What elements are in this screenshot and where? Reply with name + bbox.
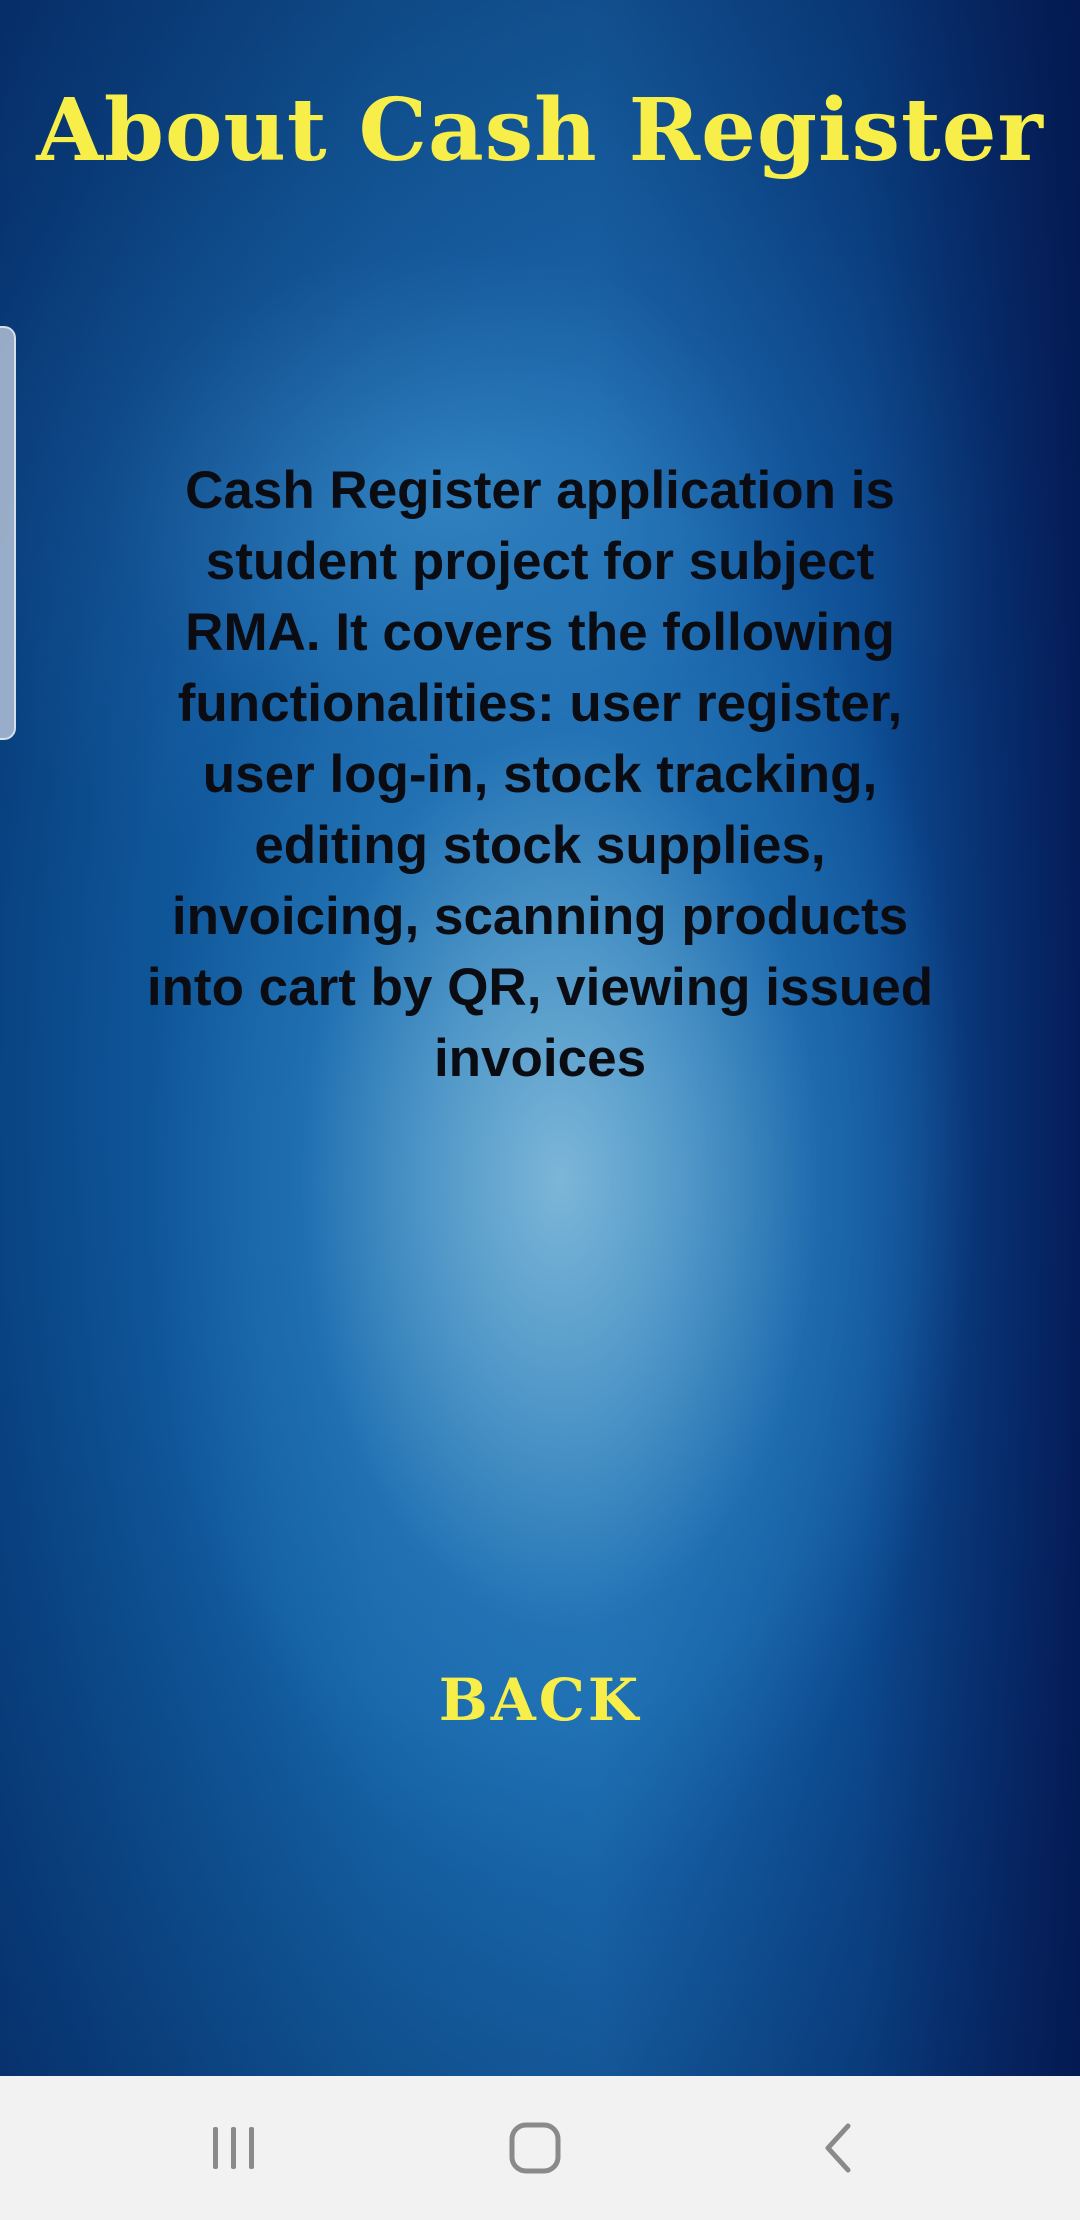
home-icon [509,2122,561,2174]
system-back-button[interactable] [778,2098,898,2198]
edge-panel-handle[interactable] [0,326,16,740]
recent-apps-button[interactable] [174,2098,294,2198]
system-navigation-bar [0,2076,1080,2220]
about-screen: About Cash Register Cash Register applic… [0,0,1080,2220]
home-button[interactable] [475,2098,595,2198]
back-chevron-icon [825,2123,851,2173]
about-description: Cash Register application is student pro… [146,461,934,1088]
recent-apps-icon [213,2127,254,2169]
back-button[interactable]: BACK [390,1650,690,1750]
page-title: About Cash Register [36,80,1044,181]
